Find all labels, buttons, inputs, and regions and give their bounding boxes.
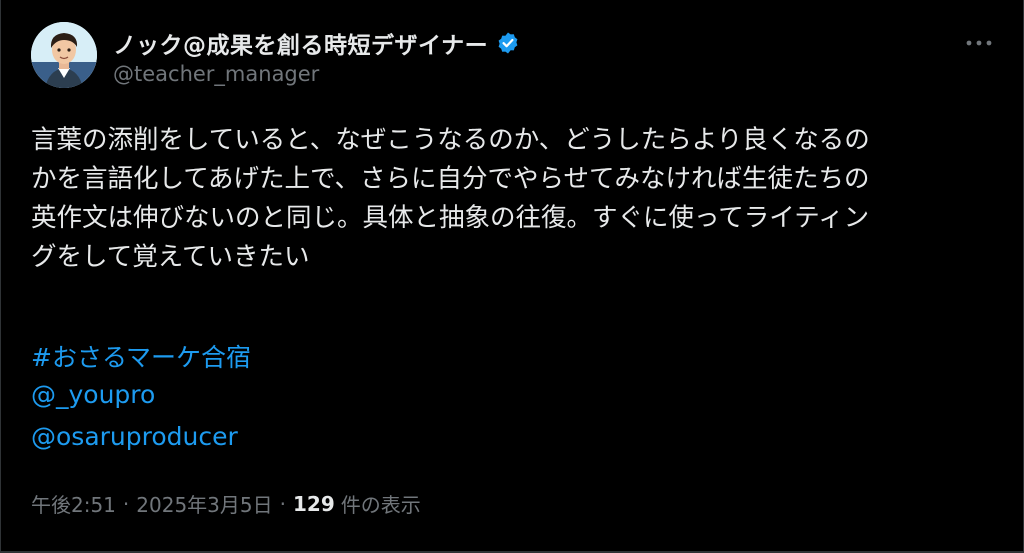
tweet-text: 言葉の添削をしていると、なぜこうなるのか、どうしたらより良くなるの かを言語化し…: [31, 121, 1001, 277]
tweet-text-line: グをして覚えていきたい: [31, 242, 310, 272]
tweet-card: ノック@成果を創る時短デザイナー @teacher_manager 言葉の添削を…: [0, 0, 1024, 553]
author-display-name[interactable]: ノック@成果を創る時短デザイナー: [113, 26, 488, 60]
mention-link-youpro[interactable]: @_youpro: [31, 380, 155, 409]
tweet-text-line: 英作文は伸びないのと同じ。具体と抽象の往復。すぐに使ってライティン: [31, 203, 870, 233]
view-count: 129: [293, 491, 335, 516]
hashtag-link[interactable]: #おさるマーケ合宿: [31, 338, 251, 374]
author-name-row: ノック@成果を創る時短デザイナー: [113, 26, 520, 60]
avatar[interactable]: [31, 22, 97, 88]
tweet-text-line: 言葉の添削をしていると、なぜこうなるのか、どうしたらより良くなるの: [31, 125, 870, 155]
verified-badge-icon[interactable]: [496, 31, 520, 55]
more-options-button[interactable]: [959, 30, 999, 56]
view-count-label: 件の表示: [340, 493, 421, 517]
tweet-text-line: かを言語化してあげた上で、さらに自分でやらせてみなければ生徒たちの: [31, 164, 870, 194]
mention-link-osaruproducer[interactable]: @osaruproducer: [31, 422, 238, 451]
author-handle[interactable]: @teacher_manager: [113, 62, 319, 86]
tweet-date[interactable]: 2025年3月5日: [136, 489, 272, 518]
avatar-illustration: [31, 22, 97, 88]
tweet-time[interactable]: 午後2:51: [31, 489, 116, 518]
more-options-icon: [966, 40, 992, 46]
tweet-meta: 午後2:51 · 2025年3月5日 · 129 件の表示: [31, 489, 421, 518]
meta-separator: ·: [279, 491, 286, 516]
meta-separator: ·: [122, 491, 130, 516]
